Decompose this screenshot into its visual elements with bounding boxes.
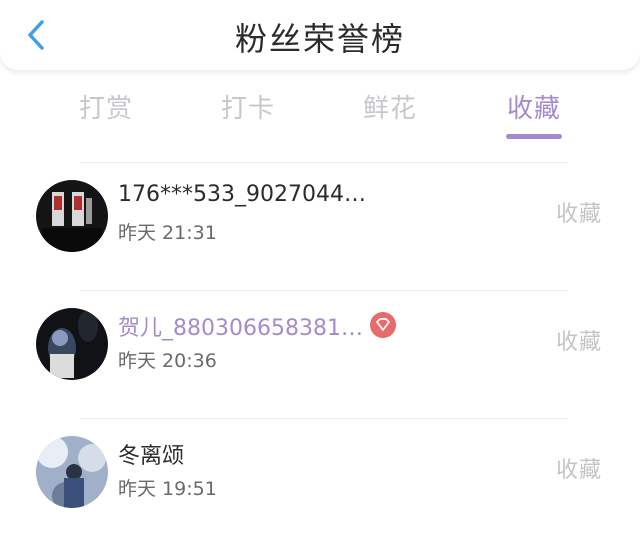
top-bar: 粉丝荣誉榜: [0, 0, 640, 70]
list-item[interactable]: 176***533_9027044… 昨天 21:31 收藏: [0, 172, 640, 282]
divider: [80, 418, 568, 419]
tab-bar: 打赏 打卡 鲜花 收藏: [0, 82, 640, 146]
favorite-label[interactable]: 收藏: [556, 452, 602, 484]
avatar[interactable]: [36, 180, 108, 252]
list-item[interactable]: 冬离颂 昨天 19:51 收藏: [0, 428, 640, 538]
divider: [80, 162, 568, 163]
timestamp: 昨天 20:36: [118, 350, 217, 372]
favorite-label[interactable]: 收藏: [556, 196, 602, 228]
list-item[interactable]: 贺儿_880306658381… 昨天 20:36 收藏: [0, 300, 640, 410]
avatar[interactable]: [36, 436, 108, 508]
divider: [80, 290, 568, 291]
username: 176***533_9027044…: [118, 182, 366, 207]
avatar[interactable]: [36, 308, 108, 380]
username: 贺儿_880306658381…: [118, 316, 363, 341]
tab-reward[interactable]: 打赏: [66, 88, 146, 125]
timestamp: 昨天 19:51: [118, 478, 217, 500]
username: 冬离颂: [118, 444, 185, 469]
tab-checkin[interactable]: 打卡: [208, 88, 288, 125]
tab-favorites[interactable]: 收藏: [494, 88, 574, 125]
page-title: 粉丝荣誉榜: [234, 20, 405, 58]
tab-flowers[interactable]: 鲜花: [350, 88, 430, 125]
favorite-label[interactable]: 收藏: [556, 324, 602, 356]
timestamp: 昨天 21:31: [118, 222, 217, 244]
diamond-icon: [370, 312, 396, 338]
active-tab-indicator: [506, 134, 562, 139]
